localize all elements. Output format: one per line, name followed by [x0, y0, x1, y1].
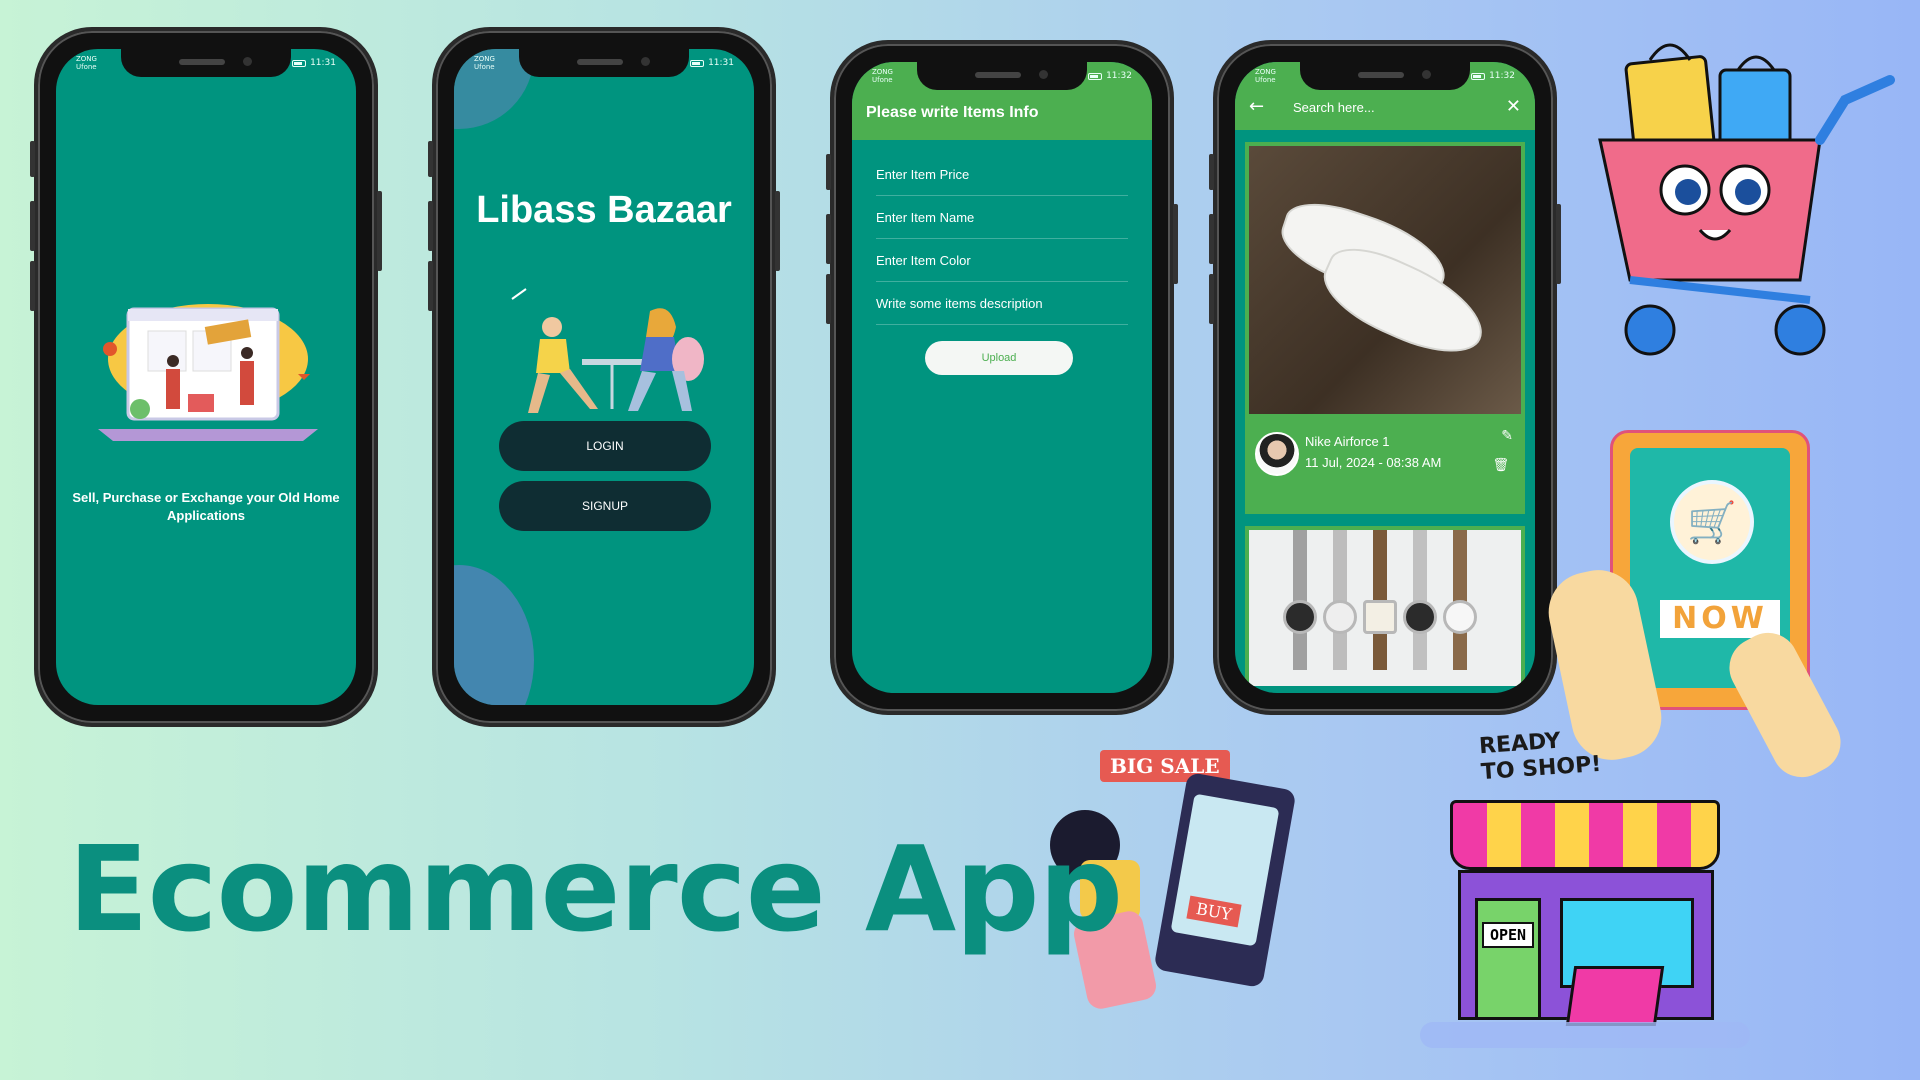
- status-bar: ZONG Ufone 11:32: [872, 68, 1132, 84]
- decor-blob: [454, 565, 534, 705]
- phone-mockup-search-list: ← Search here... ✕ ZONG Ufone 11:32 Nike …: [1209, 40, 1561, 715]
- status-bar: ZONG Ufone 11:31: [474, 55, 734, 71]
- item-description-field[interactable]: Write some items description: [876, 283, 1128, 325]
- item-price-field[interactable]: Enter Item Price: [876, 154, 1128, 196]
- search-input[interactable]: Search here...: [1293, 100, 1375, 115]
- product-name: Nike Airforce 1: [1305, 434, 1390, 449]
- cart-illustration: [1565, 966, 1665, 1026]
- battery-icon: [1471, 72, 1486, 80]
- phone-mockup-welcome: ZONG Ufone 11:31 Libass Bazaar LOGIN SIGN…: [428, 27, 780, 727]
- shopping-laptop-illustration: [98, 304, 318, 441]
- seller-avatar: [1255, 432, 1299, 476]
- open-sign: OPEN: [1482, 922, 1534, 948]
- ready-label: READY TO SHOP!: [1478, 728, 1603, 786]
- ready-to-shop-sticker: READY TO SHOP! OPEN: [1420, 726, 1750, 1066]
- close-icon[interactable]: ✕: [1506, 96, 1521, 117]
- app-title: Libass Bazaar: [476, 189, 732, 231]
- status-bar: ZONG Ufone 11:31: [76, 55, 336, 71]
- delete-icon[interactable]: 🗑: [1492, 458, 1509, 473]
- login-button[interactable]: LOGIN: [499, 421, 711, 471]
- signup-button[interactable]: SIGNUP: [499, 481, 711, 531]
- product-card[interactable]: Nike Airforce 1 11 Jul, 2024 - 08:38 AM …: [1245, 142, 1525, 514]
- product-card[interactable]: [1245, 526, 1525, 686]
- phone-mockup-upload-form: Please write Items Info ZONG Ufone 11:32 …: [826, 40, 1178, 715]
- people-at-table-illustration: [511, 288, 704, 413]
- page-headline: Ecommerce App: [68, 820, 1123, 958]
- product-image-watches: [1249, 530, 1521, 686]
- edit-icon[interactable]: ✎: [1501, 428, 1513, 444]
- onboarding-tagline: Sell, Purchase or Exchange your Old Home…: [72, 490, 340, 523]
- store-awning: [1450, 800, 1720, 870]
- status-bar: ZONG Ufone 11:32: [1255, 68, 1515, 84]
- phone-mockup-onboarding: ZONG Ufone 11:31 Sell, Purchase or Exchan…: [30, 27, 382, 727]
- battery-icon: [1088, 72, 1103, 80]
- shopping-cart-sticker: [1598, 43, 1895, 356]
- cart-icon: 🛒: [1670, 480, 1754, 564]
- upload-button[interactable]: Upload: [925, 341, 1073, 375]
- item-name-field[interactable]: Enter Item Name: [876, 197, 1128, 239]
- welcome-screen: ZONG Ufone 11:31 Libass Bazaar LOGIN SIGN…: [454, 49, 754, 705]
- store-door: [1475, 898, 1541, 1020]
- product-image-sneakers: [1249, 146, 1521, 414]
- upload-form-screen: Please write Items Info ZONG Ufone 11:32 …: [852, 62, 1152, 693]
- battery-icon: [690, 59, 705, 67]
- item-color-field[interactable]: Enter Item Color: [876, 240, 1128, 282]
- onboarding-screen: ZONG Ufone 11:31 Sell, Purchase or Exchan…: [56, 49, 356, 705]
- form-header-title: Please write Items Info: [866, 104, 1039, 121]
- battery-icon: [292, 59, 307, 67]
- search-list-screen: ← Search here... ✕ ZONG Ufone 11:32 Nike …: [1235, 62, 1535, 693]
- product-date: 11 Jul, 2024 - 08:38 AM: [1305, 455, 1442, 470]
- back-arrow-icon[interactable]: ←: [1249, 96, 1264, 117]
